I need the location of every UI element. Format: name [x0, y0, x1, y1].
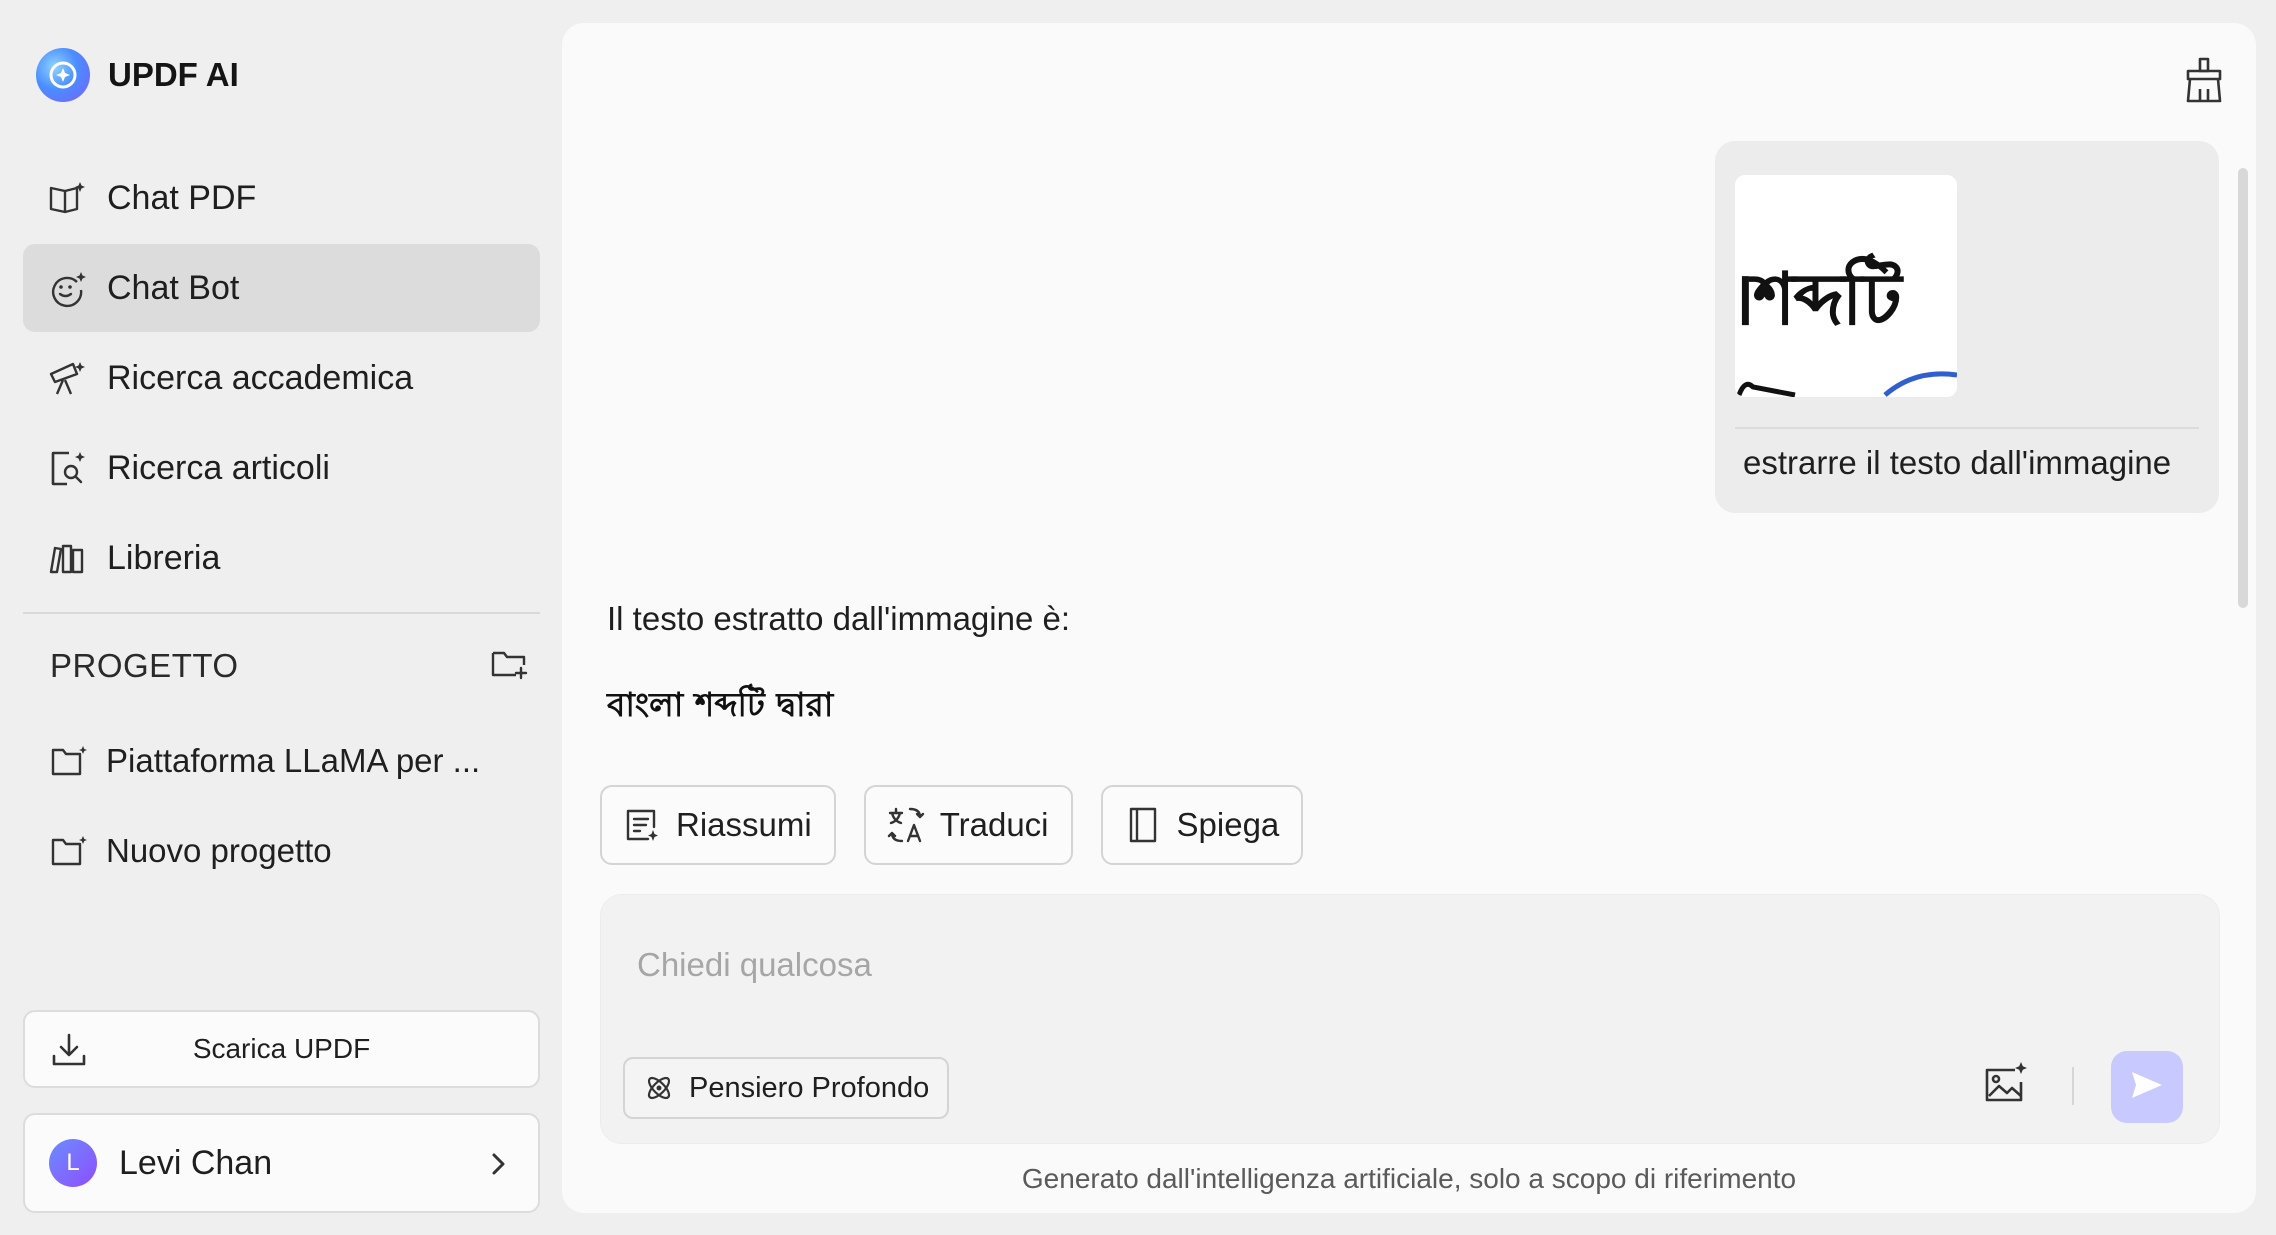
translate-button[interactable]: Traduci [863, 785, 1073, 865]
sidebar-item-label: Libreria [107, 538, 221, 577]
project-section-title: PROGETTO [50, 646, 239, 684]
atom-icon [643, 1072, 675, 1104]
sidebar-item-label: Ricerca accademica [107, 358, 414, 397]
updf-ai-logo-icon [36, 48, 90, 102]
project-item[interactable]: Nuovo progetto [50, 806, 530, 896]
user-message-text: estrarre il testo dall'immagine [1743, 444, 2172, 481]
folder-icon [50, 831, 90, 871]
project-item-label: Piattaforma LLaMA per ... [106, 742, 481, 779]
library-icon [45, 536, 89, 580]
ai-disclaimer: Generato dall'intelligenza artificiale, … [1021, 1163, 1797, 1194]
summarize-label: Riassumi [676, 806, 812, 843]
download-icon [49, 1030, 89, 1077]
sidebar-item-label: Chat PDF [107, 178, 257, 217]
broom-icon [2180, 57, 2228, 109]
telescope-icon [45, 356, 89, 400]
user-message-bubble: ।শব্দটি estrarre il testo dall'immagine [1715, 141, 2219, 513]
new-folder-icon[interactable] [490, 645, 530, 686]
chevron-right-icon [486, 1149, 510, 1184]
explain-button[interactable]: Spiega [1100, 785, 1304, 865]
sidebar-item-label: Ricerca articoli [107, 448, 330, 487]
sidebar-item-chat-pdf[interactable]: Chat PDF [23, 154, 540, 242]
document-search-icon [45, 446, 89, 490]
summarize-button[interactable]: Riassumi [600, 785, 836, 865]
explain-label: Spiega [1176, 806, 1280, 843]
translate-label: Traduci [939, 806, 1049, 843]
sidebar-item-libreria[interactable]: Libreria [23, 514, 540, 602]
folder-icon [50, 741, 90, 781]
app-title: UPDF AI [108, 56, 239, 93]
brand[interactable]: UPDF AI [36, 48, 239, 102]
user-account-button[interactable]: L Levi Chan [23, 1113, 540, 1213]
project-item-label: Nuovo progetto [106, 832, 332, 869]
answer-intro: Il testo estratto dall'immagine è: [607, 600, 1071, 637]
chat-panel: ।শব্দটি estrarre il testo dall'immagine … [562, 23, 2256, 1213]
summary-icon [622, 805, 662, 845]
sidebar-item-ricerca-accademica[interactable]: Ricerca accademica [23, 334, 540, 422]
sidebar-nav: Chat PDF Chat Bot Ricerca accademica Ric… [23, 154, 540, 604]
clear-chat-button[interactable] [2180, 55, 2228, 105]
chat-scrollbar[interactable] [2238, 168, 2248, 608]
bot-face-icon [45, 266, 89, 310]
image-sparkle-icon [1981, 1062, 2029, 1112]
avatar: L [49, 1139, 97, 1187]
bubble-divider [1735, 427, 2199, 429]
book-sparkle-icon [45, 176, 89, 220]
deep-thinking-label: Pensiero Profondo [689, 1071, 930, 1104]
attached-image-text: ।শব্দটি [1735, 257, 1902, 341]
sidebar-item-label: Chat Bot [107, 268, 240, 307]
chat-composer: Pensiero Profondo [600, 894, 2220, 1144]
user-name: Levi Chan [119, 1143, 273, 1182]
chat-input[interactable] [635, 939, 2039, 991]
download-updf-button[interactable]: Scarica UPDF [23, 1010, 540, 1088]
answer-actions: Riassumi Traduci Spiega [600, 785, 1331, 865]
translate-icon [886, 805, 926, 845]
sidebar-item-chat-bot[interactable]: Chat Bot [23, 244, 540, 332]
composer-separator [2072, 1067, 2074, 1105]
deep-thinking-toggle[interactable]: Pensiero Profondo [623, 1057, 950, 1119]
attached-image[interactable]: ।শব্দটি [1735, 175, 1957, 397]
book-icon [1123, 805, 1163, 845]
send-button[interactable] [2111, 1051, 2183, 1123]
project-header: PROGETTO [50, 645, 530, 686]
send-icon [2129, 1069, 2165, 1106]
image-stroke-decoration [1736, 371, 1957, 397]
sidebar: UPDF AI Chat PDF Chat Bot Ricerca accade… [0, 0, 562, 1235]
answer-extracted-text: বাংলা শব্দটি দ্বারা [607, 685, 834, 724]
project-item[interactable]: Piattaforma LLaMA per ... [50, 716, 530, 806]
download-label: Scarica UPDF [192, 1033, 371, 1064]
sidebar-divider [23, 612, 540, 614]
project-list: Piattaforma LLaMA per ... Nuovo progetto [50, 716, 530, 896]
sidebar-item-ricerca-articoli[interactable]: Ricerca articoli [23, 424, 540, 512]
image-upload-button[interactable] [1981, 1060, 2029, 1108]
